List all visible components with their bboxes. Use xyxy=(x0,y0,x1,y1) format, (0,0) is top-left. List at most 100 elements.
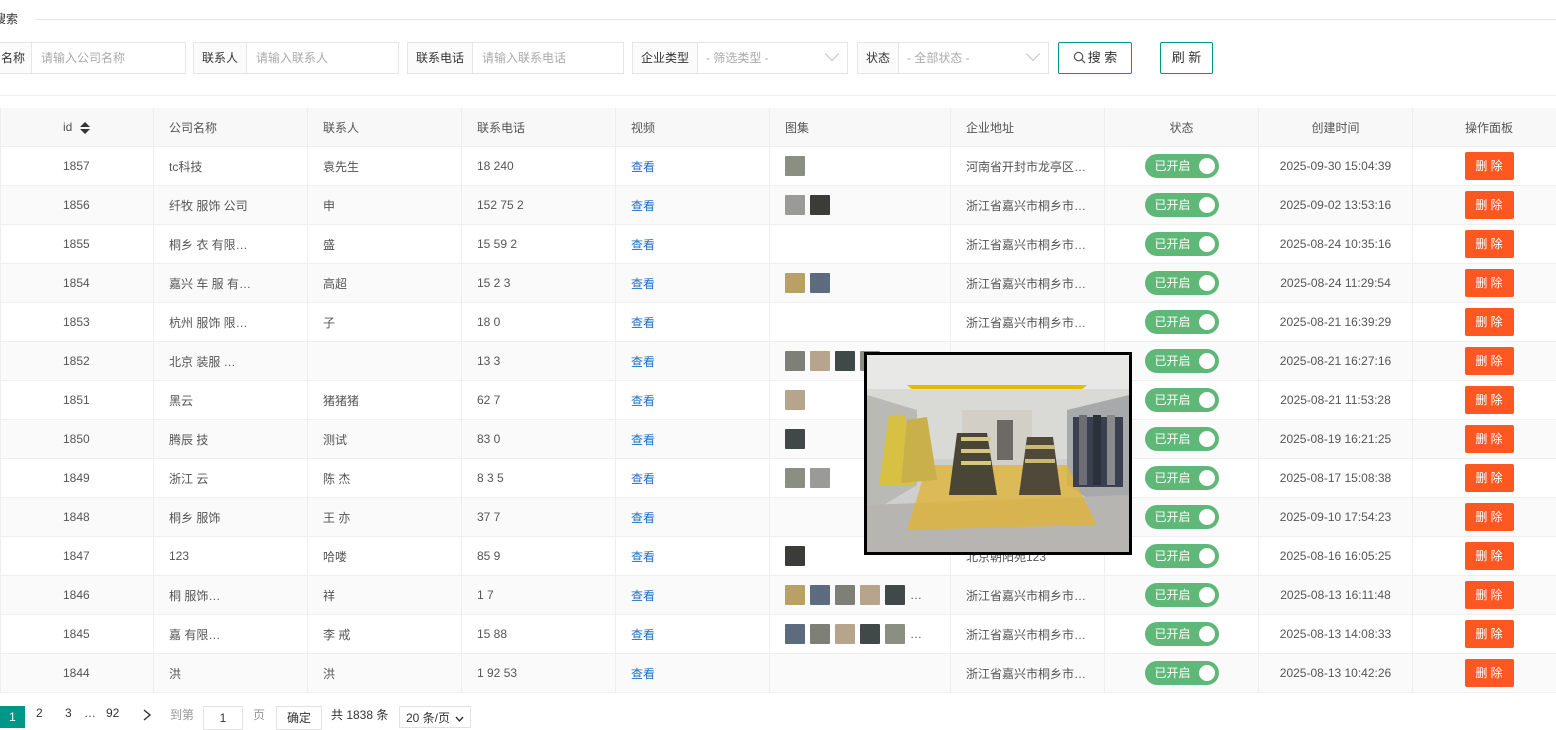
toggle-knob xyxy=(1199,431,1215,447)
cell-created: 2025-08-21 16:27:16 xyxy=(1259,342,1413,381)
gallery-thumbnail[interactable] xyxy=(785,468,805,488)
cell-contact: 李 戒 xyxy=(308,615,462,654)
view-video-link[interactable]: 查看 xyxy=(631,160,655,174)
cell-contact: 申 xyxy=(308,186,462,225)
header-id[interactable]: id xyxy=(1,108,154,147)
company-type-select[interactable]: - 筛选类型 - xyxy=(698,43,847,73)
delete-button[interactable]: 删 除 xyxy=(1465,386,1514,414)
delete-button[interactable]: 删 除 xyxy=(1465,269,1514,297)
page-last[interactable]: 92 xyxy=(106,706,119,720)
gallery-thumbnail[interactable] xyxy=(810,195,830,215)
delete-button[interactable]: 删 除 xyxy=(1465,464,1514,492)
view-video-link[interactable]: 查看 xyxy=(631,550,655,564)
status-toggle[interactable]: 已开启 xyxy=(1145,661,1219,685)
cell-id: 1847 xyxy=(1,537,154,576)
phone-input[interactable] xyxy=(473,43,625,73)
gallery-thumbnail[interactable] xyxy=(785,273,805,293)
status-toggle[interactable]: 已开启 xyxy=(1145,505,1219,529)
delete-button[interactable]: 删 除 xyxy=(1465,581,1514,609)
delete-button[interactable]: 删 除 xyxy=(1465,542,1514,570)
sort-icon[interactable] xyxy=(80,122,90,134)
delete-button[interactable]: 删 除 xyxy=(1465,659,1514,687)
view-video-link[interactable]: 查看 xyxy=(631,628,655,642)
gallery-thumbnail[interactable] xyxy=(785,156,805,176)
gallery-thumbnail[interactable] xyxy=(785,624,805,644)
status-toggle[interactable]: 已开启 xyxy=(1145,193,1219,217)
gallery-thumbnail[interactable] xyxy=(885,624,905,644)
gallery-thumbnail[interactable] xyxy=(835,624,855,644)
view-video-link[interactable]: 查看 xyxy=(631,277,655,291)
status-toggle[interactable]: 已开启 xyxy=(1145,544,1219,568)
delete-button[interactable]: 删 除 xyxy=(1465,503,1514,531)
view-video-link[interactable]: 查看 xyxy=(631,511,655,525)
status-toggle[interactable]: 已开启 xyxy=(1145,388,1219,412)
view-video-link[interactable]: 查看 xyxy=(631,199,655,213)
gallery-thumbnail[interactable] xyxy=(810,273,830,293)
cell-status: 已开启 xyxy=(1105,615,1259,654)
company-name-input[interactable] xyxy=(32,43,180,73)
gallery-thumbnail[interactable] xyxy=(860,585,880,605)
status-toggle[interactable]: 已开启 xyxy=(1145,349,1219,373)
status-toggle[interactable]: 已开启 xyxy=(1145,232,1219,256)
gallery-thumbnail[interactable] xyxy=(785,390,805,410)
view-video-link[interactable]: 查看 xyxy=(631,667,655,681)
delete-button[interactable]: 删 除 xyxy=(1465,620,1514,648)
image-preview-popup[interactable] xyxy=(864,352,1132,555)
gallery-thumbnail[interactable] xyxy=(885,585,905,605)
gallery-thumbnail[interactable] xyxy=(810,585,830,605)
status-toggle[interactable]: 已开启 xyxy=(1145,583,1219,607)
status-toggle[interactable]: 已开启 xyxy=(1145,154,1219,178)
gallery-thumbnail[interactable] xyxy=(785,429,805,449)
delete-button[interactable]: 删 除 xyxy=(1465,152,1514,180)
search-button[interactable]: 搜 索 xyxy=(1058,42,1132,74)
view-video-link[interactable]: 查看 xyxy=(631,316,655,330)
cell-company: 浙江 云 xyxy=(154,459,308,498)
status-toggle-label: 已开启 xyxy=(1155,193,1191,217)
view-video-link[interactable]: 查看 xyxy=(631,433,655,447)
cell-status: 已开启 xyxy=(1105,264,1259,303)
view-video-link[interactable]: 查看 xyxy=(631,394,655,408)
status-toggle[interactable]: 已开启 xyxy=(1145,310,1219,334)
view-video-link[interactable]: 查看 xyxy=(631,355,655,369)
gallery-thumbnail[interactable] xyxy=(835,351,855,371)
delete-button[interactable]: 删 除 xyxy=(1465,347,1514,375)
company-table: id 公司名称 联系人 联系电话 视频 图集 企业地址 状态 创建时间 操作面板… xyxy=(0,108,1556,693)
delete-button[interactable]: 删 除 xyxy=(1465,308,1514,336)
next-page-button[interactable] xyxy=(142,709,152,724)
view-video-link[interactable]: 查看 xyxy=(631,589,655,603)
view-video-link[interactable]: 查看 xyxy=(631,472,655,486)
goto-confirm-button[interactable]: 确定 xyxy=(276,706,322,730)
view-video-link[interactable]: 查看 xyxy=(631,238,655,252)
refresh-button[interactable]: 刷 新 xyxy=(1160,42,1213,74)
page-3[interactable]: 3 xyxy=(65,706,72,720)
status-toggle[interactable]: 已开启 xyxy=(1145,271,1219,295)
cell-phone: 85 9 xyxy=(462,537,616,576)
cell-actions: 删 除 xyxy=(1413,147,1556,186)
cell-phone: 152 75 2 xyxy=(462,186,616,225)
cell-video: 查看 xyxy=(616,576,770,615)
status-toggle[interactable]: 已开启 xyxy=(1145,466,1219,490)
page-2[interactable]: 2 xyxy=(36,706,43,720)
delete-button[interactable]: 删 除 xyxy=(1465,191,1514,219)
cell-actions: 删 除 xyxy=(1413,498,1556,537)
gallery-thumbnail[interactable] xyxy=(785,195,805,215)
status-toggle[interactable]: 已开启 xyxy=(1145,622,1219,646)
status-select[interactable]: - 全部状态 - xyxy=(899,43,1048,73)
contact-input[interactable] xyxy=(247,43,400,73)
gallery-thumbnail[interactable] xyxy=(785,546,805,566)
gallery-thumbnail[interactable] xyxy=(810,351,830,371)
cell-phone: 18 0 xyxy=(462,303,616,342)
gallery-thumbnail[interactable] xyxy=(785,351,805,371)
gallery-thumbnail[interactable] xyxy=(810,624,830,644)
gallery-thumbnail[interactable] xyxy=(785,585,805,605)
goto-page-input[interactable]: 1 xyxy=(203,706,243,730)
gallery-thumbnail[interactable] xyxy=(810,468,830,488)
status-toggle[interactable]: 已开启 xyxy=(1145,427,1219,451)
gallery-thumbnail[interactable] xyxy=(860,624,880,644)
toggle-knob xyxy=(1199,353,1215,369)
delete-button[interactable]: 删 除 xyxy=(1465,425,1514,453)
gallery-thumbnail[interactable] xyxy=(835,585,855,605)
delete-button[interactable]: 删 除 xyxy=(1465,230,1514,258)
cell-gallery: … xyxy=(770,576,951,615)
cell-created: 2025-08-17 15:08:38 xyxy=(1259,459,1413,498)
